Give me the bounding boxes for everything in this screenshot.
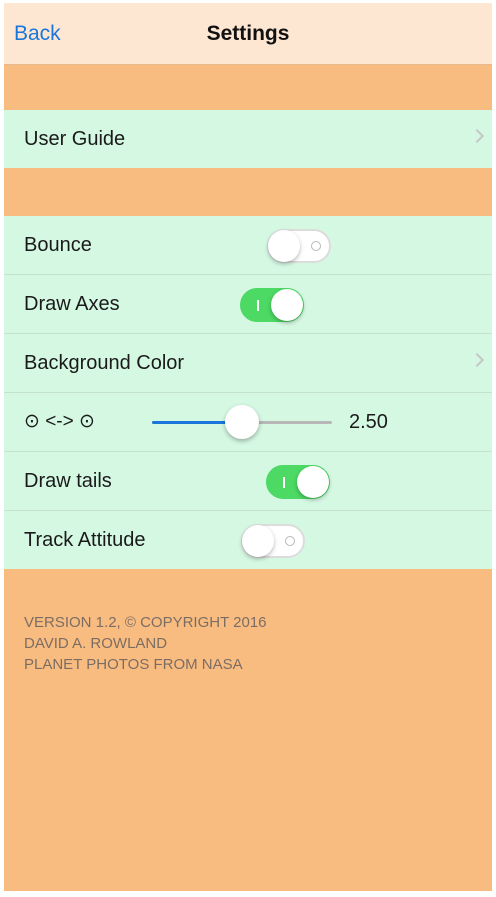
background-color-row[interactable]: Background Color	[4, 334, 492, 393]
user-guide-row[interactable]: User Guide	[4, 110, 492, 168]
bounce-row: Bounce	[4, 216, 492, 275]
user-guide-label: User Guide	[24, 128, 126, 150]
guide-section: User Guide	[4, 110, 492, 168]
toggle-knob	[271, 289, 303, 321]
scale-slider-thumb[interactable]	[225, 405, 259, 439]
bounce-toggle[interactable]	[267, 229, 331, 263]
toggle-knob	[242, 525, 274, 557]
track-attitude-toggle[interactable]	[241, 524, 305, 558]
toggle-on-indicator-icon	[283, 477, 285, 488]
draw-tails-toggle[interactable]	[266, 465, 330, 499]
footer-notes: VERSION 1.2, © COPYRIGHT 2016 DAVID A. R…	[24, 612, 464, 675]
chevron-right-icon	[469, 352, 485, 368]
background-color-label: Background Color	[24, 352, 185, 374]
chevron-right-icon	[469, 128, 485, 144]
toggle-knob	[297, 466, 329, 498]
page-title: Settings	[206, 22, 290, 45]
draw-tails-label: Draw tails	[24, 470, 112, 492]
toggle-off-indicator-icon	[285, 536, 295, 546]
draw-axes-toggle[interactable]	[240, 288, 304, 322]
draw-axes-label: Draw Axes	[24, 293, 120, 315]
toggle-knob	[268, 230, 300, 262]
author-text: DAVID A. ROWLAND	[24, 635, 168, 652]
settings-screen: Back Settings User Guide Bounce Draw Axe…	[4, 3, 492, 891]
scale-slider-row: ⊙ <-> ⊙ 2.50	[4, 393, 492, 452]
toggle-on-indicator-icon	[257, 300, 259, 311]
draw-tails-row: Draw tails	[4, 452, 492, 511]
track-attitude-row: Track Attitude	[4, 511, 492, 569]
scale-slider-value: 2.50	[349, 411, 388, 433]
scale-slider-track[interactable]	[152, 405, 332, 439]
track-attitude-label: Track Attitude	[24, 529, 146, 551]
bounce-label: Bounce	[24, 234, 92, 256]
toggle-off-indicator-icon	[311, 241, 321, 251]
version-copyright-text: VERSION 1.2, © COPYRIGHT 2016	[24, 614, 267, 631]
draw-axes-row: Draw Axes	[4, 275, 492, 334]
settings-section: Bounce Draw Axes Background Color ⊙ <-> …	[4, 216, 492, 569]
scale-slider-label: ⊙ <-> ⊙	[24, 411, 95, 432]
navigation-bar: Back Settings	[4, 3, 492, 65]
photo-credit-text: PLANET PHOTOS FROM NASA	[24, 656, 243, 673]
